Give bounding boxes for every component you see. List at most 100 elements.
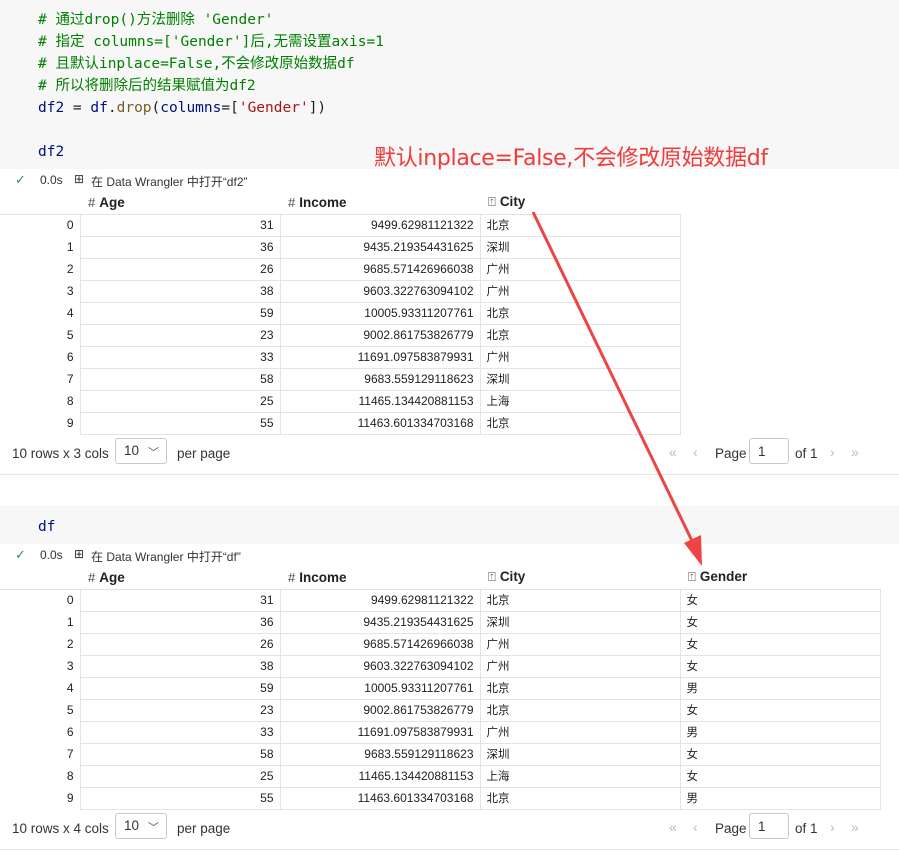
code-method-name: drop: [116, 100, 152, 116]
cell-gender: 女: [679, 610, 881, 634]
execution-time: 0.0s: [40, 173, 63, 187]
code-dot: .: [107, 100, 117, 116]
cell-income: 9499.62981121322: [279, 213, 481, 237]
prev-page-icon[interactable]: ‹: [693, 819, 698, 835]
row-index: 9: [0, 412, 81, 434]
cell-city: 北京: [479, 301, 681, 325]
table-row: 4 59 10005.93311207761 北京男: [0, 676, 881, 700]
cell-age: 55: [79, 411, 281, 435]
column-header-age[interactable]: # Age: [80, 191, 280, 215]
execution-status-bar: ✓ 0.0s ⊞ 在 Data Wrangler 中打开“df”: [0, 544, 899, 566]
row-index: 8: [0, 765, 81, 787]
cell-gender: 女: [679, 654, 881, 678]
cell-age: 26: [79, 632, 281, 656]
last-page-icon[interactable]: »: [851, 444, 859, 460]
column-header-label: City: [499, 194, 526, 210]
page-number-input[interactable]: 1: [749, 813, 789, 839]
cell-age: 31: [79, 588, 281, 612]
hash-icon: #: [288, 194, 296, 210]
text-type-icon: ⍐: [688, 569, 696, 585]
table-row: 5 23 9002.861753826779 北京女: [0, 698, 881, 722]
page-label: Page: [715, 446, 747, 461]
next-page-icon[interactable]: ›: [830, 444, 835, 460]
row-index: 2: [0, 633, 81, 655]
code-comment-line: # 所以将删除后的结果赋值为df2: [38, 78, 256, 94]
cell-age: 26: [79, 257, 281, 281]
column-header-income[interactable]: # Income: [280, 191, 480, 215]
hash-icon: #: [88, 569, 96, 585]
row-index: 5: [0, 324, 81, 346]
code-comment-line: # 通过drop()方法删除 'Gender': [38, 12, 274, 28]
cell-city: 北京: [479, 411, 681, 435]
cell-income: 10005.93311207761: [279, 676, 481, 700]
chevron-down-icon: ﹀: [148, 447, 159, 459]
chevron-down-icon: ﹀: [148, 822, 159, 834]
cell-age: 25: [79, 764, 281, 788]
page-size-select[interactable]: 10 ﹀: [115, 813, 167, 839]
cell-income: 11691.097583879931: [279, 345, 481, 369]
page-size-select[interactable]: 10 ﹀: [115, 438, 167, 464]
check-icon: ✓: [15, 172, 26, 187]
dataframe-table-df2: # Age # Income ⍐ City 0 31 9499.62981121322 北京…: [0, 191, 681, 435]
first-page-icon[interactable]: «: [669, 819, 677, 835]
table-row: 1 36 9435.219354431625 深圳女: [0, 610, 881, 634]
table-row: 8 25 11465.134420881153 上海: [0, 389, 681, 413]
cell-age: 58: [79, 742, 281, 766]
row-index: 9: [0, 787, 81, 809]
row-index: 6: [0, 346, 81, 368]
column-header-gender[interactable]: ⍐ Gender: [680, 566, 880, 590]
column-header-age[interactable]: # Age: [80, 566, 280, 590]
cell-income: 11463.601334703168: [279, 786, 481, 810]
code-assign-line: df2 = df.drop(columns=['Gender']): [38, 98, 326, 118]
cell-age: 36: [79, 610, 281, 634]
cell-income: 11463.601334703168: [279, 411, 481, 435]
cell-income: 9683.559129118623: [279, 742, 481, 766]
first-page-icon[interactable]: «: [669, 444, 677, 460]
row-index: 1: [0, 611, 81, 633]
cell-gender: 女: [679, 698, 881, 722]
cell-city: 广州: [479, 257, 681, 281]
table-row: 3 38 9603.322763094102 广州: [0, 279, 681, 303]
data-wrangler-icon[interactable]: ⊞: [74, 547, 84, 561]
page-total-label: of 1: [795, 446, 818, 461]
hash-icon: #: [288, 569, 296, 585]
cell-city: 北京: [479, 698, 681, 722]
table-pager-df: 10 rows x 4 cols 10 ﹀ per page « ‹ Page 1…: [0, 809, 899, 849]
column-header-label: Age: [99, 194, 125, 210]
table-row: 6 33 11691.097583879931 广州: [0, 345, 681, 369]
data-wrangler-icon[interactable]: ⊞: [74, 172, 84, 186]
next-page-icon[interactable]: ›: [830, 819, 835, 835]
row-index: 1: [0, 236, 81, 258]
page-total-label: of 1: [795, 821, 818, 836]
table-row: 8 25 11465.134420881153 上海女: [0, 764, 881, 788]
cell-income: 9002.861753826779: [279, 698, 481, 722]
open-in-data-wrangler-link[interactable]: 在 Data Wrangler 中打开“df2”: [91, 173, 248, 190]
column-header-city[interactable]: ⍐ City: [480, 566, 680, 590]
cell-city: 上海: [479, 389, 681, 413]
prev-page-icon[interactable]: ‹: [693, 444, 698, 460]
code-comment-line: # 且默认inplace=False,不会修改原始数据df: [38, 56, 355, 72]
cell-age: 33: [79, 720, 281, 744]
column-header-city[interactable]: ⍐ City: [480, 191, 680, 215]
cell-income: 9685.571426966038: [279, 257, 481, 281]
per-page-label: per page: [177, 821, 231, 836]
row-index: 2: [0, 258, 81, 280]
cell-age: 31: [79, 213, 281, 237]
column-header-income[interactable]: # Income: [280, 566, 480, 590]
row-index: 7: [0, 368, 81, 390]
text-type-icon: ⍐: [488, 569, 496, 585]
row-index: 6: [0, 721, 81, 743]
index-header: [0, 191, 80, 215]
code-cell-2[interactable]: df: [0, 506, 899, 544]
code-echo-line: df2: [38, 144, 65, 160]
row-index: 0: [0, 589, 81, 611]
code-paren-close: ]): [308, 100, 327, 116]
table-row: 4 59 10005.93311207761 北京: [0, 301, 681, 325]
per-page-label: per page: [177, 446, 231, 461]
cell-city: 北京: [479, 588, 681, 612]
open-in-data-wrangler-link[interactable]: 在 Data Wrangler 中打开“df”: [91, 548, 241, 565]
code-cell-1[interactable]: # 通过drop()方法删除 'Gender' # 指定 columns=['G…: [0, 0, 899, 131]
code-kwarg-name: columns: [160, 100, 222, 116]
last-page-icon[interactable]: »: [851, 819, 859, 835]
page-number-input[interactable]: 1: [749, 438, 789, 464]
